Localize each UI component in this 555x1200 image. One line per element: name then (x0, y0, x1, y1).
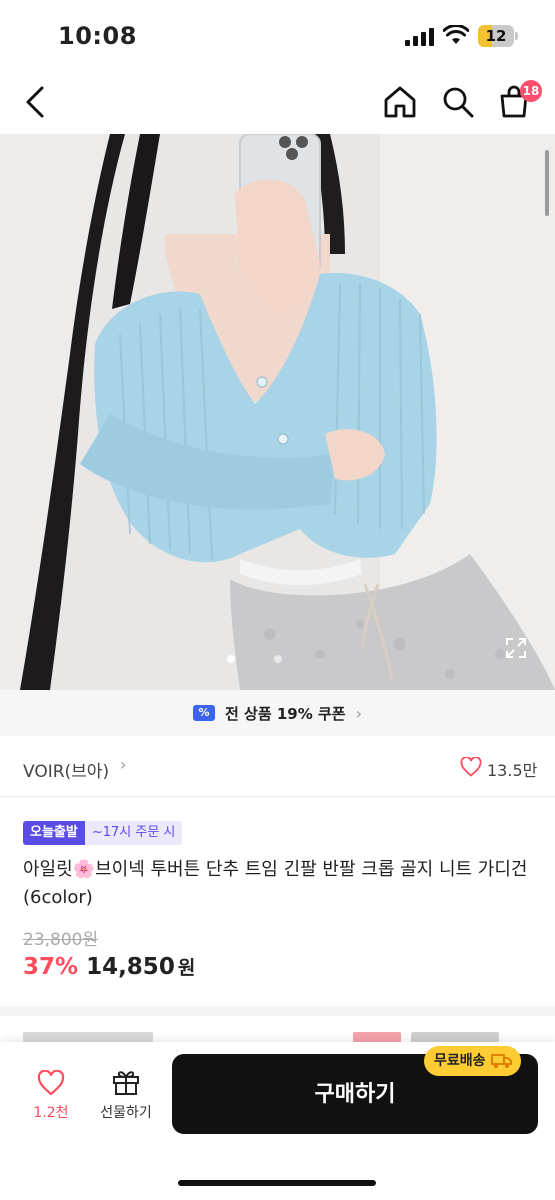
brand-like-count: 13.5만 (487, 761, 538, 780)
status-time: 10:08 (58, 22, 137, 50)
discount-rate: 37% (23, 954, 79, 980)
order-cutoff-badge: ~17시 주문 시 (84, 821, 183, 845)
section-divider (0, 1006, 555, 1016)
price-line: 37% 14,850 원 (23, 953, 195, 980)
brand-row: VOIR(브아) › 13.5만 (0, 737, 555, 797)
like-count: 1.2천 (33, 1105, 69, 1121)
delivery-tags: 오늘출발 ~17시 주문 시 (23, 821, 183, 845)
currency-unit: 원 (177, 957, 196, 979)
gift-button[interactable]: 선물하기 (92, 1068, 160, 1134)
chevron-right-icon: › (355, 703, 362, 723)
sale-price: 14,850 (86, 954, 175, 980)
back-icon[interactable] (18, 82, 54, 122)
carousel-dots (227, 655, 282, 663)
like-button[interactable]: 1.2천 (22, 1070, 80, 1134)
coupon-text: 전 상품 19% 쿠폰 (225, 704, 346, 723)
bottom-action-bar: 1.2천 선물하기 구매하기 무료배송 (0, 1042, 555, 1200)
home-icon[interactable] (382, 84, 418, 120)
today-dispatch-badge: 오늘출발 (23, 821, 85, 845)
battery-level: 12 (485, 27, 507, 45)
free-shipping-badge: 무료배송 (424, 1046, 521, 1076)
brand-name-link[interactable]: VOIR(브아) (23, 757, 109, 782)
battery-icon: 12 (478, 25, 518, 47)
search-icon[interactable] (440, 84, 476, 120)
product-detail-page: 10:08 12 18 % 전 상품 19% 쿠폰 › VOIR(브아) › 1… (0, 0, 555, 1200)
page-scroll-indicator (545, 150, 549, 216)
wifi-icon (443, 25, 469, 44)
gift-label: 선물하기 (100, 1105, 152, 1121)
status-bar: 10:08 12 (0, 0, 555, 70)
truck-icon (490, 1054, 512, 1068)
product-image-carousel[interactable] (0, 134, 555, 690)
expand-icon[interactable] (504, 636, 528, 660)
original-price: 23,800원 (23, 930, 99, 950)
gift-icon (113, 1071, 139, 1095)
signal-icon (405, 28, 434, 46)
product-photo (0, 134, 555, 690)
home-indicator (178, 1180, 376, 1186)
coupon-icon: % (193, 705, 215, 721)
cart-count-badge: 18 (520, 80, 542, 102)
chevron-right-icon: › (120, 755, 127, 774)
heart-icon (37, 1070, 65, 1096)
heart-icon[interactable] (460, 757, 482, 777)
coupon-banner[interactable]: % 전 상품 19% 쿠폰 › (0, 690, 555, 736)
product-title: 아일릿🌸브이넥 투버튼 단추 트임 긴팔 반팔 크롭 골지 니트 가디건 (6c… (23, 859, 528, 908)
top-nav-bar: 18 (0, 70, 555, 134)
free-shipping-label: 무료배송 (434, 1053, 486, 1069)
